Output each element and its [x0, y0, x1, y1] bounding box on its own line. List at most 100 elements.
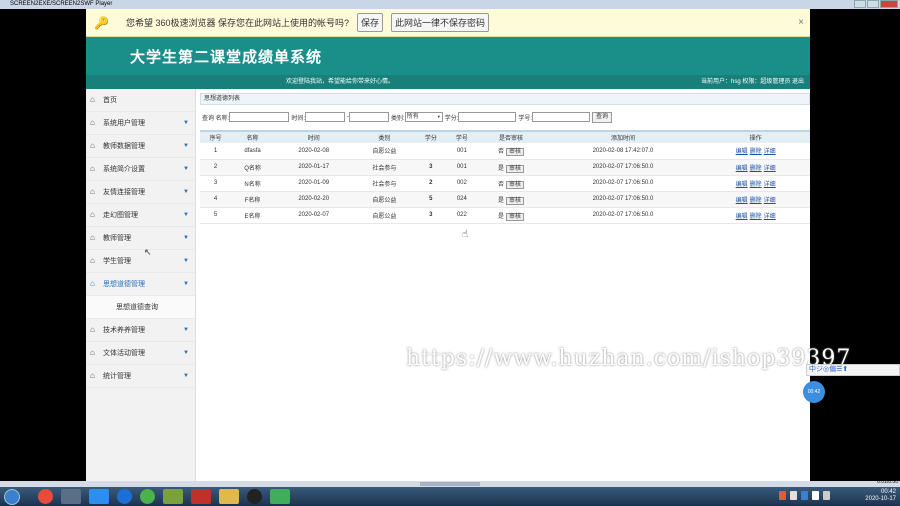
- credit-label: 学分:: [444, 115, 459, 122]
- delete-link[interactable]: 删除: [750, 166, 762, 172]
- edit-link[interactable]: 编辑: [736, 214, 748, 220]
- network-icon[interactable]: [812, 491, 819, 500]
- volume-icon[interactable]: [823, 491, 830, 500]
- student-id-label: 学号:: [518, 115, 533, 122]
- detail-link[interactable]: 详细: [764, 149, 776, 155]
- user-info-bar: 欢迎登陆我站，希望能给你带来好心情。 当前用户：hsg 权限：超级管理员 退出: [86, 75, 810, 89]
- audit-button[interactable]: 审核: [505, 180, 524, 189]
- search-app-icon[interactable]: [117, 489, 132, 504]
- taskbar: 00:42 2020-10-17: [0, 487, 900, 506]
- cell-operations: 编辑 删除 详细: [701, 207, 810, 224]
- playback-time: 0:01/0:50: [877, 479, 898, 485]
- detail-link[interactable]: 详细: [764, 166, 776, 172]
- edit-link[interactable]: 编辑: [736, 166, 748, 172]
- qq-icon[interactable]: [247, 489, 262, 504]
- key-icon: 🔑: [94, 15, 109, 30]
- user-info[interactable]: 当前用户：hsg 权限：超级管理员 退出: [701, 75, 804, 89]
- delete-link[interactable]: 删除: [750, 214, 762, 220]
- never-save-button[interactable]: 此网站一律不保存密码: [391, 13, 490, 32]
- close-icon[interactable]: ×: [798, 17, 804, 28]
- query-button[interactable]: 查询: [592, 111, 613, 123]
- time-end-input[interactable]: [349, 112, 390, 122]
- sidebar-item-teacher-data[interactable]: ⌂ 教师数据管理 ▼: [86, 135, 195, 158]
- cell-credit: 3: [415, 159, 447, 176]
- cell-name: E名称: [231, 207, 275, 224]
- student-id-input[interactable]: [532, 112, 591, 122]
- delete-link[interactable]: 删除: [750, 198, 762, 204]
- floating-ball[interactable]: 00:42: [803, 381, 825, 403]
- name-input[interactable]: [229, 112, 290, 122]
- detail-link[interactable]: 详细: [764, 198, 776, 204]
- audit-button[interactable]: 审核: [505, 196, 524, 205]
- edit-link[interactable]: 编辑: [736, 149, 748, 155]
- audit-button[interactable]: 审核: [505, 164, 524, 173]
- player-app-icon[interactable]: [270, 489, 290, 504]
- chrome-icon[interactable]: [38, 489, 53, 504]
- edit-link[interactable]: 编辑: [736, 198, 748, 204]
- minimize-button[interactable]: [854, 0, 866, 8]
- col-header: 添加时间: [544, 130, 702, 143]
- clock[interactable]: 00:42 2020-10-17: [865, 489, 896, 503]
- maximize-button[interactable]: [867, 0, 879, 8]
- cell-audit: 否审核: [477, 143, 545, 160]
- sidebar-item-links[interactable]: ⌂ 友情连接管理 ▼: [86, 181, 195, 204]
- cell-date: 2020-02-20: [274, 191, 354, 208]
- tool-app-icon[interactable]: [163, 489, 183, 504]
- home-icon: ⌂: [90, 371, 95, 380]
- ime-toolbar[interactable]: 中ジ◎偏☰⬆: [806, 364, 900, 376]
- app-icon[interactable]: [61, 489, 81, 504]
- cell-student-id: 002: [446, 175, 478, 192]
- cell-index: 5: [200, 207, 232, 224]
- detail-link[interactable]: 详细: [764, 182, 776, 188]
- home-icon: ⌂: [90, 118, 95, 127]
- save-password-button[interactable]: 保存: [357, 13, 384, 32]
- detail-link[interactable]: 详细: [764, 214, 776, 220]
- table-header-row: 序号 名称 时间 类别 学分 学号 是否审核 添加时间 操作: [200, 130, 810, 143]
- flash-icon[interactable]: [191, 489, 211, 504]
- start-button[interactable]: [4, 488, 20, 505]
- cell-name: dfasfa: [231, 143, 275, 160]
- sidebar-item-tech[interactable]: ⌂ 技术养养管理 ▼: [86, 319, 195, 342]
- audit-button[interactable]: 审核: [505, 212, 524, 221]
- edit-link[interactable]: 编辑: [736, 182, 748, 188]
- sidebar-item-morality[interactable]: ⌂ 思想道德管理 ▼: [86, 273, 195, 296]
- sidebar-item-system-intro[interactable]: ⌂ 系统简介设置 ▼: [86, 158, 195, 181]
- audit-button[interactable]: 审核: [505, 148, 524, 157]
- category-select[interactable]: 所有: [404, 112, 443, 122]
- time-start-input[interactable]: [305, 112, 346, 122]
- sidebar-item-students[interactable]: ⌂ 学生管理 ▼: [86, 250, 195, 273]
- folder-icon[interactable]: [219, 489, 239, 504]
- cell-student-id: 024: [446, 191, 478, 208]
- chevron-down-icon: ▼: [183, 327, 189, 333]
- sidebar-item-stats[interactable]: ⌂ 统计管理 ▼: [86, 365, 195, 388]
- sidebar-item-teachers[interactable]: ⌂ 教师管理 ▼: [86, 227, 195, 250]
- sidebar-subitem-morality-query[interactable]: 思想道德查询: [86, 296, 195, 319]
- sidebar-item-system-users[interactable]: ⌂ 系统用户管理 ▼: [86, 112, 195, 135]
- records-table: 序号 名称 时间 类别 学分 学号 是否审核 添加时间 操作 1 dfasfa 20…: [200, 130, 810, 224]
- cell-audit: 是审核: [477, 159, 545, 176]
- sidebar-item-sports[interactable]: ⌂ 文体活动管理 ▼: [86, 342, 195, 365]
- sidebar-item-carousel[interactable]: ⌂ 走幻图管理 ▼: [86, 204, 195, 227]
- cell-credit: 5: [415, 191, 447, 208]
- home-icon: ⌂: [90, 233, 95, 242]
- content-panel: 思想道德列表 查询 名称: 时间: - 类别: 所有 学分: 学号: 查询: [198, 89, 810, 481]
- cell-audit: 是审核: [477, 207, 545, 224]
- cell-index: 4: [200, 191, 232, 208]
- chevron-down-icon: ▼: [183, 166, 189, 172]
- green-app-icon[interactable]: [140, 489, 155, 504]
- tray-app-icon[interactable]: [779, 491, 786, 500]
- tray-app-icon[interactable]: [801, 491, 808, 500]
- cell-added-time: 2020-02-07 17:06:50.0: [544, 175, 702, 192]
- tray-app-icon[interactable]: [790, 491, 797, 500]
- arrow-cursor-icon: ↖: [144, 247, 152, 257]
- sidebar-item-home[interactable]: ⌂ 首页: [86, 89, 195, 112]
- close-window-button[interactable]: [880, 0, 898, 8]
- home-icon: ⌂: [90, 325, 95, 334]
- browser-icon[interactable]: [89, 489, 109, 504]
- delete-link[interactable]: 删除: [750, 149, 762, 155]
- delete-link[interactable]: 删除: [750, 182, 762, 188]
- sidebar-item-label: 友情连接管理: [103, 189, 145, 196]
- audit-status: 是: [497, 213, 504, 220]
- credit-input[interactable]: [458, 112, 517, 122]
- progress-thumb[interactable]: [420, 482, 480, 486]
